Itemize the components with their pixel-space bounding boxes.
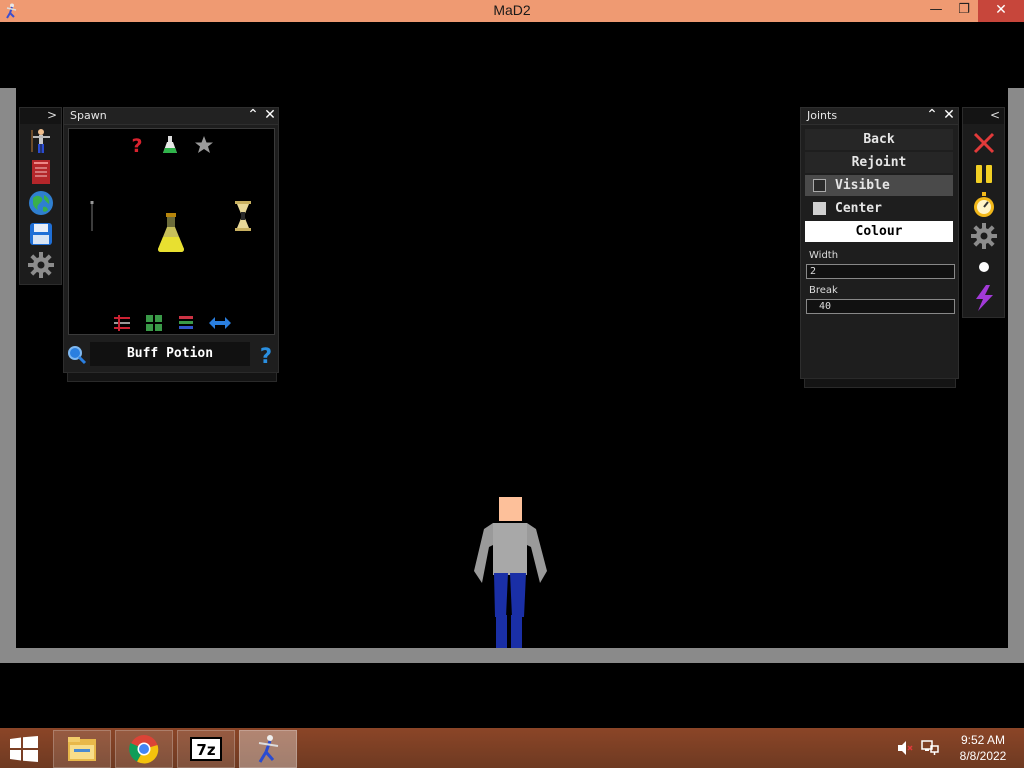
spawn-panel: Spawn ⌃ ✕ ? Buff Potion ?: [63, 107, 279, 373]
ragdoll-right-arm: [527, 523, 547, 583]
volume-muted-icon[interactable]: [897, 741, 913, 755]
spawn-panel-title: Spawn: [70, 109, 107, 122]
settings-gear-icon[interactable]: [969, 222, 999, 250]
break-field[interactable]: 40: [806, 299, 955, 314]
ragdoll-right-thigh: [510, 573, 526, 617]
left-toolbar-header: >: [20, 108, 61, 124]
restore-button[interactable]: ❐: [950, 0, 978, 22]
visible-checkbox[interactable]: [813, 179, 826, 192]
window-titlebar: MaD2 — ❐ ✕: [0, 0, 1024, 22]
clock-date: 8/8/2022: [959, 749, 1007, 763]
expand-toolbar-button[interactable]: <: [990, 108, 1000, 122]
spawn-search-bar: Buff Potion ?: [64, 340, 278, 370]
center-checkbox[interactable]: [813, 202, 826, 215]
selected-item-name[interactable]: Buff Potion: [90, 342, 250, 366]
ragdoll-right-shin: [511, 615, 522, 648]
windows-taskbar: 7z 9:52 AM 8/8/2022: [0, 728, 1024, 768]
svg-text:7z: 7z: [196, 741, 215, 759]
joints-panel-title: Joints: [807, 109, 838, 122]
ragdoll-left-shin: [496, 615, 507, 648]
question-mark-icon[interactable]: ?: [129, 135, 145, 155]
hourglass-item[interactable]: [235, 201, 251, 231]
right-toolbar-header: <: [963, 108, 1004, 124]
ragdoll-character[interactable]: [470, 495, 550, 650]
joints-panel: Joints ⌃ ✕ Back Rejoint Visible Center C…: [800, 107, 959, 379]
width-field[interactable]: 2: [806, 264, 955, 279]
ragdoll-head: [499, 497, 522, 521]
center-checkbox-row[interactable]: Center: [805, 198, 953, 219]
collapse-panel-button[interactable]: ⌃: [245, 107, 261, 123]
back-button[interactable]: Back: [805, 129, 953, 150]
minimize-button[interactable]: —: [922, 0, 950, 22]
stack-icon[interactable]: [178, 315, 194, 331]
grid-icon[interactable]: [146, 315, 162, 331]
window-title: MaD2: [493, 2, 531, 18]
spawn-item-grid: ?: [68, 128, 275, 335]
ragdoll-left-thigh: [494, 573, 508, 617]
stopwatch-icon[interactable]: [969, 191, 999, 219]
clock-time: 9:52 AM: [960, 733, 1006, 747]
svg-text:?: ?: [131, 135, 142, 155]
network-icon[interactable]: [921, 740, 939, 756]
expand-toolbar-button[interactable]: >: [47, 108, 57, 122]
potion-item[interactable]: [156, 213, 186, 253]
magnifier-icon[interactable]: [67, 345, 87, 365]
file-explorer-icon[interactable]: [53, 730, 111, 768]
ragdoll-icon[interactable]: [26, 127, 56, 155]
dot-icon[interactable]: [969, 253, 999, 281]
star-icon[interactable]: [194, 135, 214, 155]
system-clock[interactable]: 9:52 AM 8/8/2022: [948, 732, 1018, 764]
swap-icon[interactable]: [113, 315, 131, 331]
colour-button[interactable]: Colour: [805, 221, 953, 242]
delete-x-icon[interactable]: [969, 129, 999, 157]
spawn-panel-header: Spawn ⌃ ✕: [64, 107, 278, 125]
start-button-windows-icon[interactable]: [10, 736, 38, 762]
left-toolbar: >: [19, 107, 62, 285]
break-label: Break: [809, 285, 838, 296]
rejoint-button[interactable]: Rejoint: [805, 152, 953, 173]
globe-icon[interactable]: [26, 189, 56, 217]
save-disk-icon[interactable]: [26, 220, 56, 248]
ragdoll-torso: [493, 523, 527, 575]
collapse-panel-button[interactable]: ⌃: [924, 107, 940, 123]
close-button[interactable]: ✕: [978, 0, 1024, 22]
chrome-icon[interactable]: [115, 730, 173, 768]
width-label: Width: [809, 250, 839, 261]
gear-icon[interactable]: [26, 251, 56, 279]
pause-icon[interactable]: [969, 160, 999, 188]
left-right-arrow-icon[interactable]: [209, 317, 231, 329]
center-label: Center: [835, 201, 882, 216]
lightning-icon[interactable]: [969, 284, 999, 312]
close-panel-button[interactable]: ✕: [941, 107, 957, 123]
flask-icon[interactable]: [162, 135, 178, 155]
joints-panel-header: Joints ⌃ ✕: [801, 107, 958, 125]
help-icon[interactable]: ?: [258, 344, 274, 366]
7zip-icon[interactable]: 7z: [177, 730, 235, 768]
right-toolbar: <: [962, 107, 1005, 318]
joints-panel-footer: [804, 378, 956, 388]
mad2-icon[interactable]: [239, 730, 297, 768]
book-icon[interactable]: [26, 158, 56, 186]
needle-item[interactable]: [90, 201, 94, 233]
svg-text:?: ?: [260, 344, 272, 366]
spawn-panel-footer: [67, 372, 277, 382]
visible-checkbox-row[interactable]: Visible: [805, 175, 953, 196]
ragdoll-left-arm: [474, 523, 493, 583]
close-panel-button[interactable]: ✕: [262, 107, 278, 123]
visible-label: Visible: [835, 178, 890, 193]
